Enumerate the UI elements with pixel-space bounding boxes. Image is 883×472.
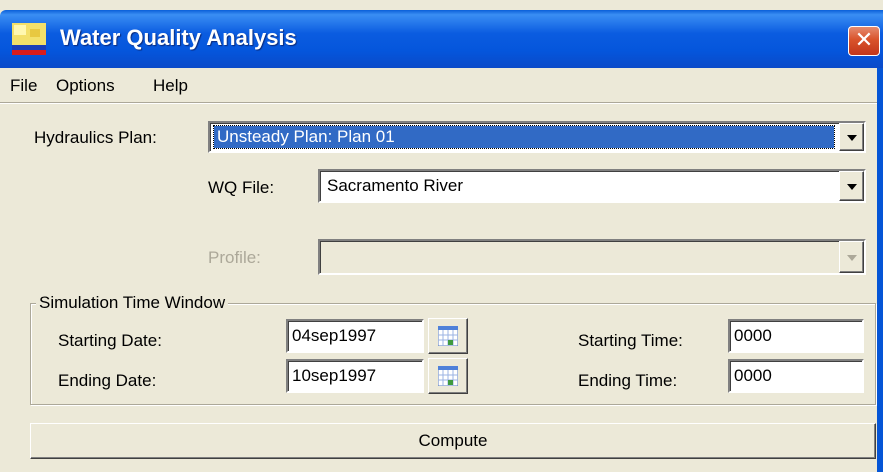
chevron-down-icon (847, 184, 857, 190)
close-button[interactable]: ✕ (848, 26, 880, 56)
starting-date-input[interactable]: 04sep1997 (286, 319, 424, 353)
starting-time-label: Starting Time: (578, 331, 683, 350)
profile-dropdown-button[interactable] (839, 241, 864, 273)
menu-bar (0, 68, 877, 102)
compute-button[interactable]: Compute (30, 423, 876, 459)
app-icon (12, 23, 46, 55)
water-quality-window: Water Quality Analysis ✕ File Options He… (0, 0, 883, 472)
profile-select[interactable] (318, 239, 866, 275)
profile-label: Profile: (208, 248, 261, 267)
wq-file-value: Sacramento River (327, 176, 464, 195)
simulation-time-window-title: Simulation Time Window (36, 293, 229, 313)
wq-file-dropdown-button[interactable] (839, 171, 864, 201)
menu-divider (0, 102, 877, 104)
ending-date-label: Ending Date: (58, 371, 157, 390)
starting-time-input[interactable]: 0000 (728, 319, 864, 353)
chevron-down-icon (847, 255, 857, 261)
hydraulics-plan-value: Unsteady Plan: Plan 01 (213, 125, 835, 149)
chevron-down-icon (847, 135, 857, 141)
profile-value (324, 244, 330, 266)
wq-file-label: WQ File: (208, 178, 275, 197)
title-bar[interactable]: Water Quality Analysis ✕ (0, 10, 883, 68)
menu-help[interactable]: Help (153, 76, 188, 96)
ending-time-input[interactable]: 0000 (728, 359, 864, 393)
menu-options[interactable]: Options (56, 76, 115, 96)
window-border (877, 68, 883, 472)
calendar-icon (438, 326, 458, 346)
hydraulics-plan-select[interactable]: Unsteady Plan: Plan 01 (208, 121, 866, 153)
calendar-icon (438, 366, 458, 386)
ending-date-calendar-button[interactable] (428, 358, 468, 394)
ending-time-label: Ending Time: (578, 371, 678, 390)
ending-date-input[interactable]: 10sep1997 (286, 359, 424, 393)
starting-date-calendar-button[interactable] (428, 318, 468, 354)
close-icon: ✕ (854, 28, 874, 53)
hydraulics-plan-dropdown-button[interactable] (839, 123, 864, 151)
menu-file[interactable]: File (10, 76, 37, 96)
window-title: Water Quality Analysis (60, 25, 297, 50)
hydraulics-plan-label: Hydraulics Plan: (34, 128, 157, 147)
starting-date-label: Starting Date: (58, 331, 162, 350)
wq-file-select[interactable]: Sacramento River (318, 169, 866, 203)
